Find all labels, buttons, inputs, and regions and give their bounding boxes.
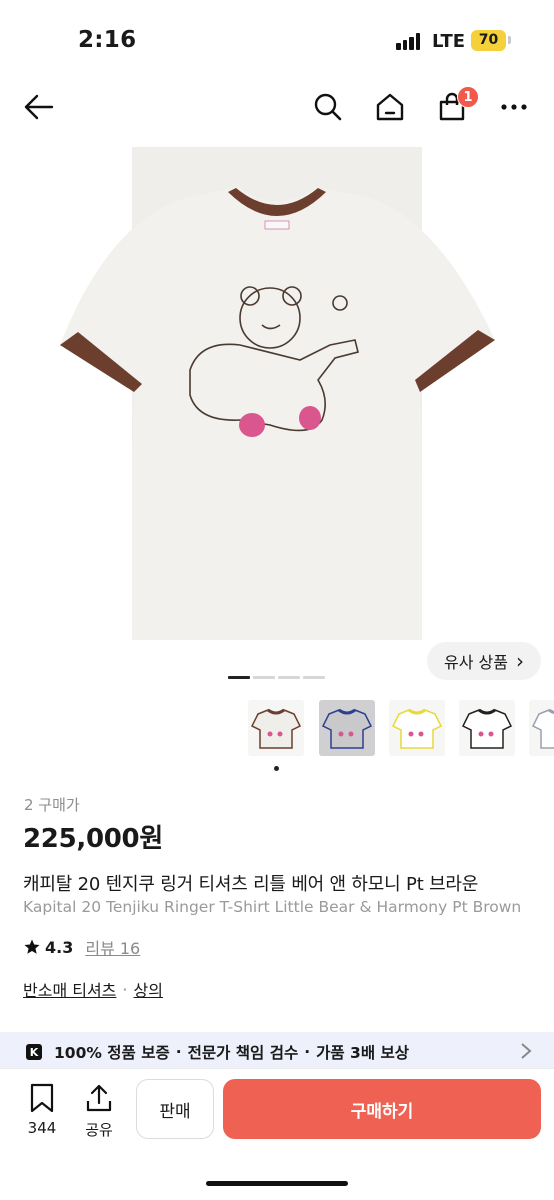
bookmark-icon (30, 1083, 54, 1113)
product-title-en: Kapital 20 Tenjiku Ringer T-Shirt Little… (23, 898, 522, 916)
guarantee-item-authentic: 100% 정품 보증 (54, 1044, 170, 1062)
guarantee-item-inspection: 전문가 책임 검수 (187, 1044, 299, 1062)
battery-icon: 70 (471, 30, 506, 51)
home-icon (376, 93, 404, 121)
signal-icon (396, 33, 422, 50)
thumbnail-shirt-black (461, 708, 513, 749)
search-icon (314, 93, 342, 121)
thumbnail-shirt-yellow (391, 708, 443, 749)
chevron-right-icon: › (515, 649, 524, 673)
status-bar: 2:16 LTE 70 (0, 0, 554, 84)
share-button[interactable]: 공유 (79, 1083, 119, 1140)
sell-button[interactable]: 판매 (136, 1079, 214, 1139)
buy-button[interactable]: 구매하기 (223, 1079, 541, 1139)
battery-tip (508, 36, 511, 44)
category-link-tshirt[interactable]: 반소매 티셔츠 (23, 977, 116, 1001)
carousel-dot (303, 676, 325, 679)
chevron-right-icon (521, 1043, 532, 1059)
share-icon (86, 1084, 112, 1112)
guarantee-separator: · (175, 1043, 182, 1061)
product-title-ko: 캐피탈 20 텐지쿠 링거 티셔츠 리틀 베어 앤 하모니 Pt 브라운 (23, 874, 479, 895)
save-count: 344 (27, 1119, 57, 1137)
rating-row: 4.3 리뷰 16 (23, 935, 140, 959)
price: 225,000원 (23, 824, 163, 854)
category-link-top[interactable]: 상의 (134, 977, 163, 1001)
carousel-dot (253, 676, 275, 679)
cart-badge: 1 (457, 86, 479, 108)
thumbnail-item[interactable] (459, 700, 515, 756)
status-time: 2:16 (78, 27, 137, 53)
thumbnail-selected-dot (274, 766, 279, 771)
thumbnail-strip (248, 700, 554, 760)
home-button[interactable] (368, 84, 412, 130)
home-indicator (206, 1181, 348, 1186)
back-arrow-icon (24, 94, 54, 120)
similar-products-button[interactable]: 유사 상품 › (427, 642, 541, 680)
search-button[interactable] (306, 84, 350, 130)
product-image[interactable] (60, 147, 495, 640)
review-link[interactable]: 리뷰 16 (85, 935, 140, 959)
carousel-dot (278, 676, 300, 679)
thumbnail-item[interactable] (248, 700, 304, 756)
top-nav: 1 (0, 84, 554, 132)
share-label: 공유 (85, 1121, 113, 1139)
similar-products-label: 유사 상품 (444, 653, 508, 672)
thumbnail-item[interactable] (319, 700, 375, 756)
star-icon (24, 939, 40, 954)
kream-logo-icon: K (26, 1044, 42, 1060)
category-separator: · (122, 979, 128, 999)
tshirt-graphic (60, 187, 495, 640)
rating-value: 4.3 (45, 937, 74, 957)
more-button[interactable] (492, 84, 536, 130)
thumbnail-shirt-light (531, 708, 554, 749)
save-button[interactable]: 344 (22, 1083, 62, 1137)
guarantee-separator: · (304, 1043, 311, 1061)
carousel-dot (228, 676, 250, 679)
thumbnail-item[interactable] (389, 700, 445, 756)
cart-button[interactable]: 1 (430, 84, 479, 130)
carousel-indicator (228, 676, 325, 679)
thumbnail-shirt-navy (321, 708, 373, 749)
category-breadcrumb: 반소매 티셔츠 · 상의 (23, 977, 163, 1001)
guarantee-item-compensation: 가품 3배 보상 (316, 1044, 410, 1062)
more-dots-icon (501, 104, 527, 110)
thumbnail-shirt-brown (250, 708, 302, 749)
thumbnail-item[interactable] (529, 700, 554, 756)
back-button[interactable] (17, 84, 61, 130)
buy-count: 2 구매가 (24, 796, 80, 814)
guarantee-banner[interactable]: K 100% 정품 보증 · 전문가 책임 검수 · 가품 3배 보상 (0, 1032, 554, 1072)
network-type: LTE (432, 31, 466, 52)
bottom-action-bar: 344 공유 판매 구매하기 (0, 1068, 554, 1200)
